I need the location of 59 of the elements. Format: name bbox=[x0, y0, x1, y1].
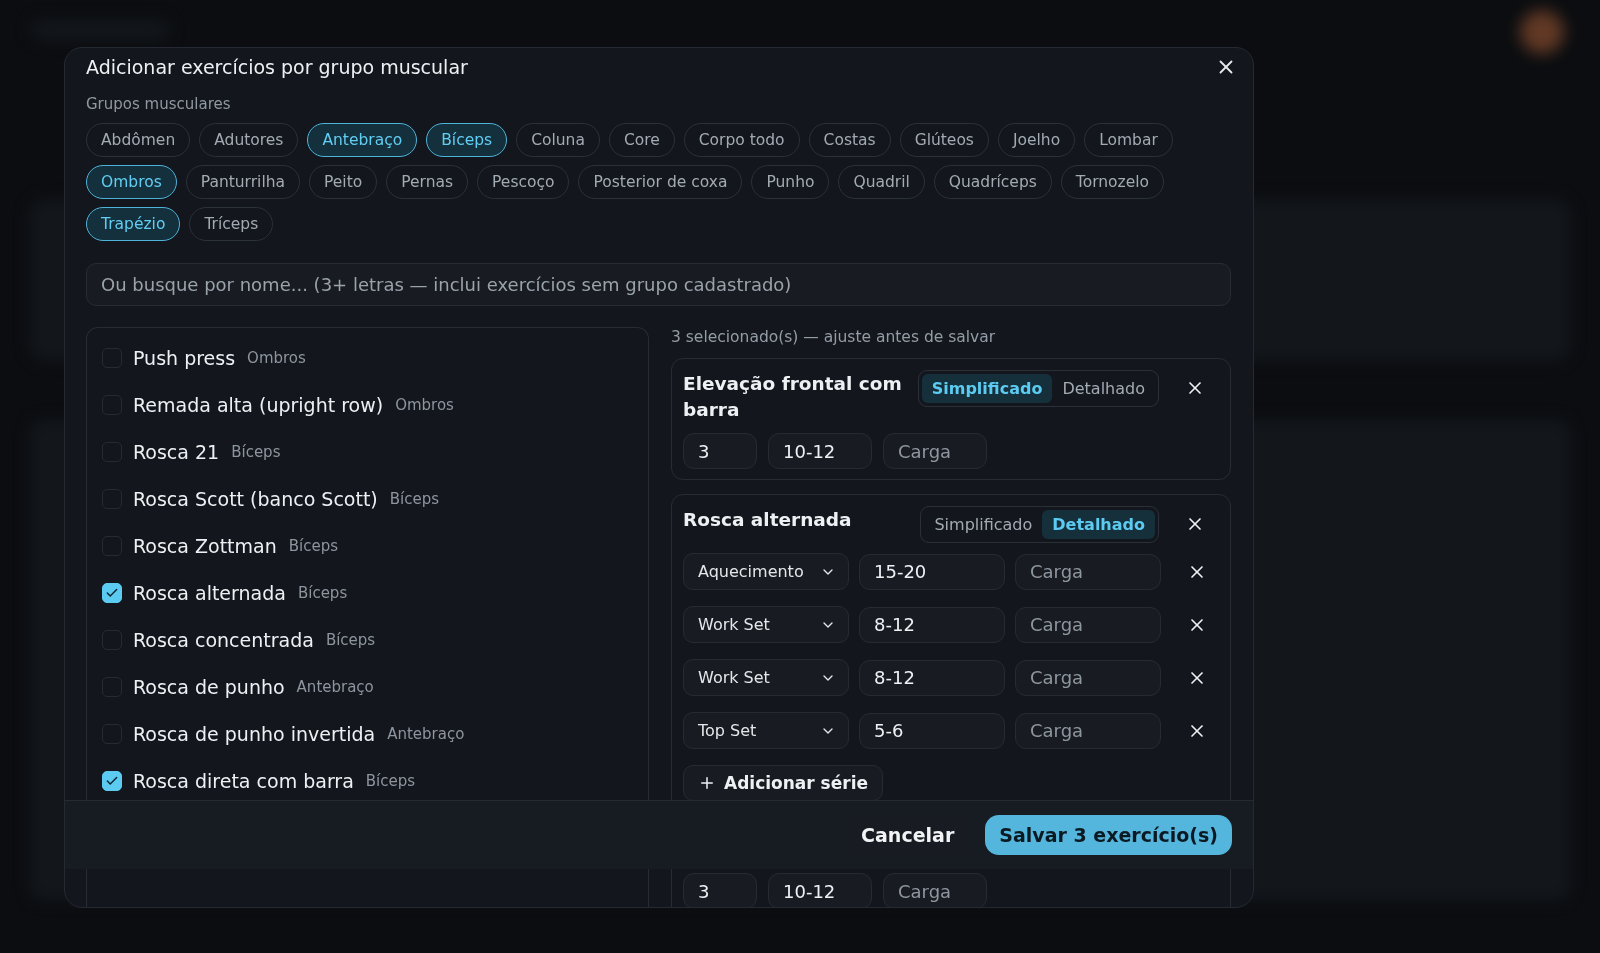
exercise-group: Antebraço bbox=[387, 724, 465, 743]
exercise-group: Bíceps bbox=[231, 442, 281, 461]
sets-field[interactable]: 3 bbox=[683, 873, 757, 907]
muscle-group-chip[interactable]: Bíceps bbox=[426, 123, 508, 157]
dialog-title: Adicionar exercícios por grupo muscular bbox=[86, 56, 468, 78]
exercise-group: Ombros bbox=[395, 395, 454, 414]
mode-tab[interactable]: Detalhado bbox=[1042, 510, 1155, 539]
exercise-name: Rosca Scott (banco Scott) bbox=[133, 487, 378, 510]
reps-field[interactable]: 10-12 bbox=[768, 433, 872, 469]
muscle-group-chip[interactable]: Ombros bbox=[86, 165, 177, 199]
exercise-name: Rosca Zottman bbox=[133, 534, 277, 557]
exercise-title: Elevação frontal com barra bbox=[683, 372, 903, 422]
reps-field[interactable]: 8-12 bbox=[859, 659, 1005, 696]
reps-field[interactable]: 15-20 bbox=[859, 553, 1005, 590]
exercise-group: Bíceps bbox=[325, 630, 376, 649]
muscle-group-chip[interactable]: Trapézio bbox=[86, 207, 181, 241]
mode-tab[interactable]: Simplificado bbox=[921, 374, 1053, 403]
muscle-group-chip[interactable]: Antebraço bbox=[307, 123, 418, 157]
exercise-group: Antebraço bbox=[296, 677, 374, 696]
checkbox[interactable] bbox=[102, 582, 122, 603]
load-field[interactable]: Carga bbox=[1015, 553, 1161, 590]
load-field[interactable]: Carga bbox=[1015, 659, 1161, 696]
load-field[interactable]: Carga bbox=[1015, 712, 1161, 749]
section-label: Grupos musculares bbox=[86, 95, 232, 113]
add-series-button[interactable]: Adicionar série bbox=[683, 765, 883, 801]
exercise-group: Bíceps bbox=[365, 771, 416, 790]
exercise-name: Rosca 21 bbox=[133, 440, 220, 463]
reps-field[interactable]: 10-12 bbox=[768, 873, 872, 907]
exercise-group: Bíceps bbox=[288, 536, 338, 555]
load-field[interactable]: Carga bbox=[883, 433, 987, 469]
sets-field[interactable]: 3 bbox=[683, 433, 757, 469]
exercise-name: Remada alta (upright row) bbox=[133, 393, 384, 416]
load-field[interactable]: Carga bbox=[1015, 606, 1161, 643]
set-type-select[interactable]: Work Set bbox=[683, 659, 849, 696]
exercise-group: Bíceps bbox=[297, 583, 348, 602]
exercise-group: Bíceps bbox=[389, 489, 440, 508]
save-button[interactable]: Salvar 3 exercício(s) bbox=[985, 815, 1232, 855]
exercise-name: Rosca concentrada bbox=[133, 628, 314, 651]
exercise-group: Ombros bbox=[247, 348, 306, 367]
selection-summary: 3 selecionado(s) — ajuste antes de salvar bbox=[671, 328, 997, 346]
plus-icon bbox=[698, 774, 716, 792]
set-type-select[interactable]: Work Set bbox=[683, 606, 849, 643]
reps-field[interactable]: 5-6 bbox=[859, 712, 1005, 749]
muscle-group-chip[interactable]: Coluna bbox=[516, 123, 600, 157]
exercise-name: Push press bbox=[133, 346, 236, 369]
mode-tab[interactable]: Simplificado bbox=[924, 510, 1043, 539]
set-type-select[interactable]: Aquecimento bbox=[683, 553, 849, 590]
exercise-name: Rosca de punho bbox=[133, 675, 285, 698]
set-type-select[interactable]: Top Set bbox=[683, 712, 849, 749]
reps-field[interactable]: 8-12 bbox=[859, 606, 1005, 643]
exercise-name: Rosca direta com barra bbox=[133, 769, 354, 792]
checkbox[interactable] bbox=[102, 770, 122, 791]
search-field[interactable]: Ou busque por nome... (3+ letras — inclui exercícios sem grupo cadastrado) bbox=[86, 263, 1231, 306]
exercise-title: Rosca alternada bbox=[683, 508, 853, 532]
load-field[interactable]: Carga bbox=[883, 873, 987, 907]
exercise-name: Rosca de punho invertida bbox=[133, 722, 376, 745]
muscle-group-chip[interactable]: Pescoço bbox=[477, 165, 570, 199]
mode-tab[interactable]: Detalhado bbox=[1052, 374, 1155, 403]
exercise-name: Rosca alternada bbox=[133, 581, 286, 604]
